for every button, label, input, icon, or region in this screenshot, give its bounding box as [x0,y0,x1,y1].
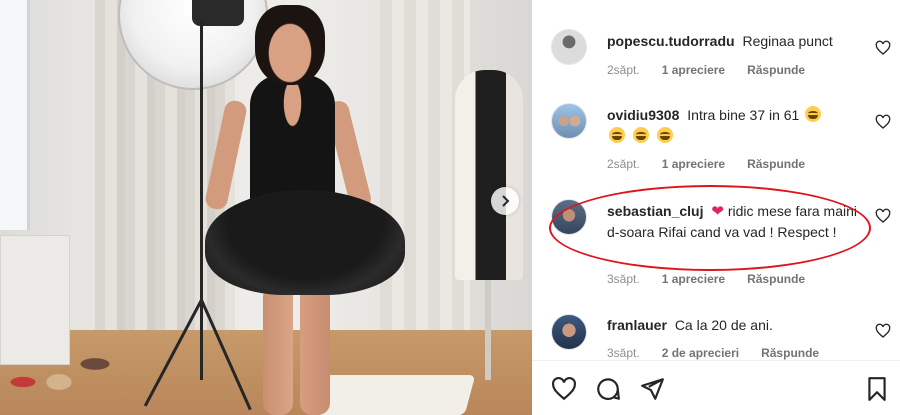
comment-text-row: ovidiu9308 Intra bine 37 in 61 [607,105,869,147]
comment-time[interactable]: 2săpt. [607,63,640,77]
comment-likes[interactable]: 2 de aprecieri [662,346,739,360]
comment-username[interactable]: franlauer [607,317,667,333]
avatar[interactable] [551,314,587,350]
reply-button[interactable]: Răspunde [761,346,819,360]
comment-likes[interactable]: 1 apreciere [662,157,725,171]
reply-button[interactable]: Răspunde [747,157,805,171]
share-icon[interactable] [639,376,665,402]
rug [314,375,476,415]
woman-leg [300,285,330,415]
red-heart-emoji-icon: ❤ [711,203,724,220]
avatar[interactable] [551,29,587,65]
reply-button[interactable]: Răspunde [747,272,805,286]
comment-time[interactable]: 3săpt. [607,272,640,286]
avatar[interactable] [551,199,587,235]
woman-dress-skirt [205,190,405,295]
comment-text-row: popescu.tudorradu Reginaa punct [607,31,869,52]
woman-head [255,5,325,85]
window [0,0,30,230]
comment-meta: 2săpt. 1 apreciere Răspunde [607,157,827,171]
reply-button[interactable]: Răspunde [747,63,805,77]
comment-username[interactable]: sebastian_cluj [607,203,704,219]
comment-time[interactable]: 3săpt. [607,346,640,360]
heart-icon[interactable] [875,40,891,56]
laughing-emoji-icon [632,127,649,143]
post-photo [0,0,532,415]
avatar[interactable] [551,103,587,139]
comment-text: Intra bine 37 in 61 [687,107,800,123]
comment-meta: 3săpt. 1 apreciere Răspunde [607,272,827,286]
comment-meta: 2săpt. 1 apreciere Răspunde [607,63,827,77]
shoes [5,340,125,400]
chevron-right-icon [502,195,510,207]
comment-meta: 3săpt. 2 de aprecieri Răspunde [607,346,841,360]
heart-icon[interactable] [875,323,891,339]
woman-leg [263,285,293,415]
comment-text-row: sebastian_cluj ❤ ridic mese fara maini d… [607,201,869,243]
comment-time[interactable]: 2săpt. [607,157,640,171]
comment-username[interactable]: ovidiu9308 [607,107,679,123]
laughing-emoji-icon [609,127,625,143]
previous-comment-meta-cut: — — — — — [607,0,686,6]
comment-text: Ca la 20 de ani. [674,317,773,333]
mannequin-stand [485,280,491,380]
comment-likes[interactable]: 1 apreciere [662,272,725,286]
comment-icon[interactable] [595,376,621,402]
laughing-emoji-icon [656,127,673,143]
mannequin [455,70,523,280]
comment-likes[interactable]: 1 apreciere [662,63,725,77]
comments-panel: — — — — — popescu.tudorradu Reginaa punc… [532,0,900,415]
heart-icon[interactable] [875,208,891,224]
carousel-next-button[interactable] [491,187,519,215]
comment-text: Reginaa punct [742,33,833,49]
comment-text-row: franlauer Ca la 20 de ani. [607,315,869,336]
heart-icon[interactable] [551,376,577,402]
bookmark-icon[interactable] [864,376,890,402]
comment-username[interactable]: popescu.tudorradu [607,33,735,49]
tripod [200,20,203,380]
heart-icon[interactable] [875,114,891,130]
post-action-bar [532,360,900,415]
laughing-emoji-icon [805,106,822,122]
